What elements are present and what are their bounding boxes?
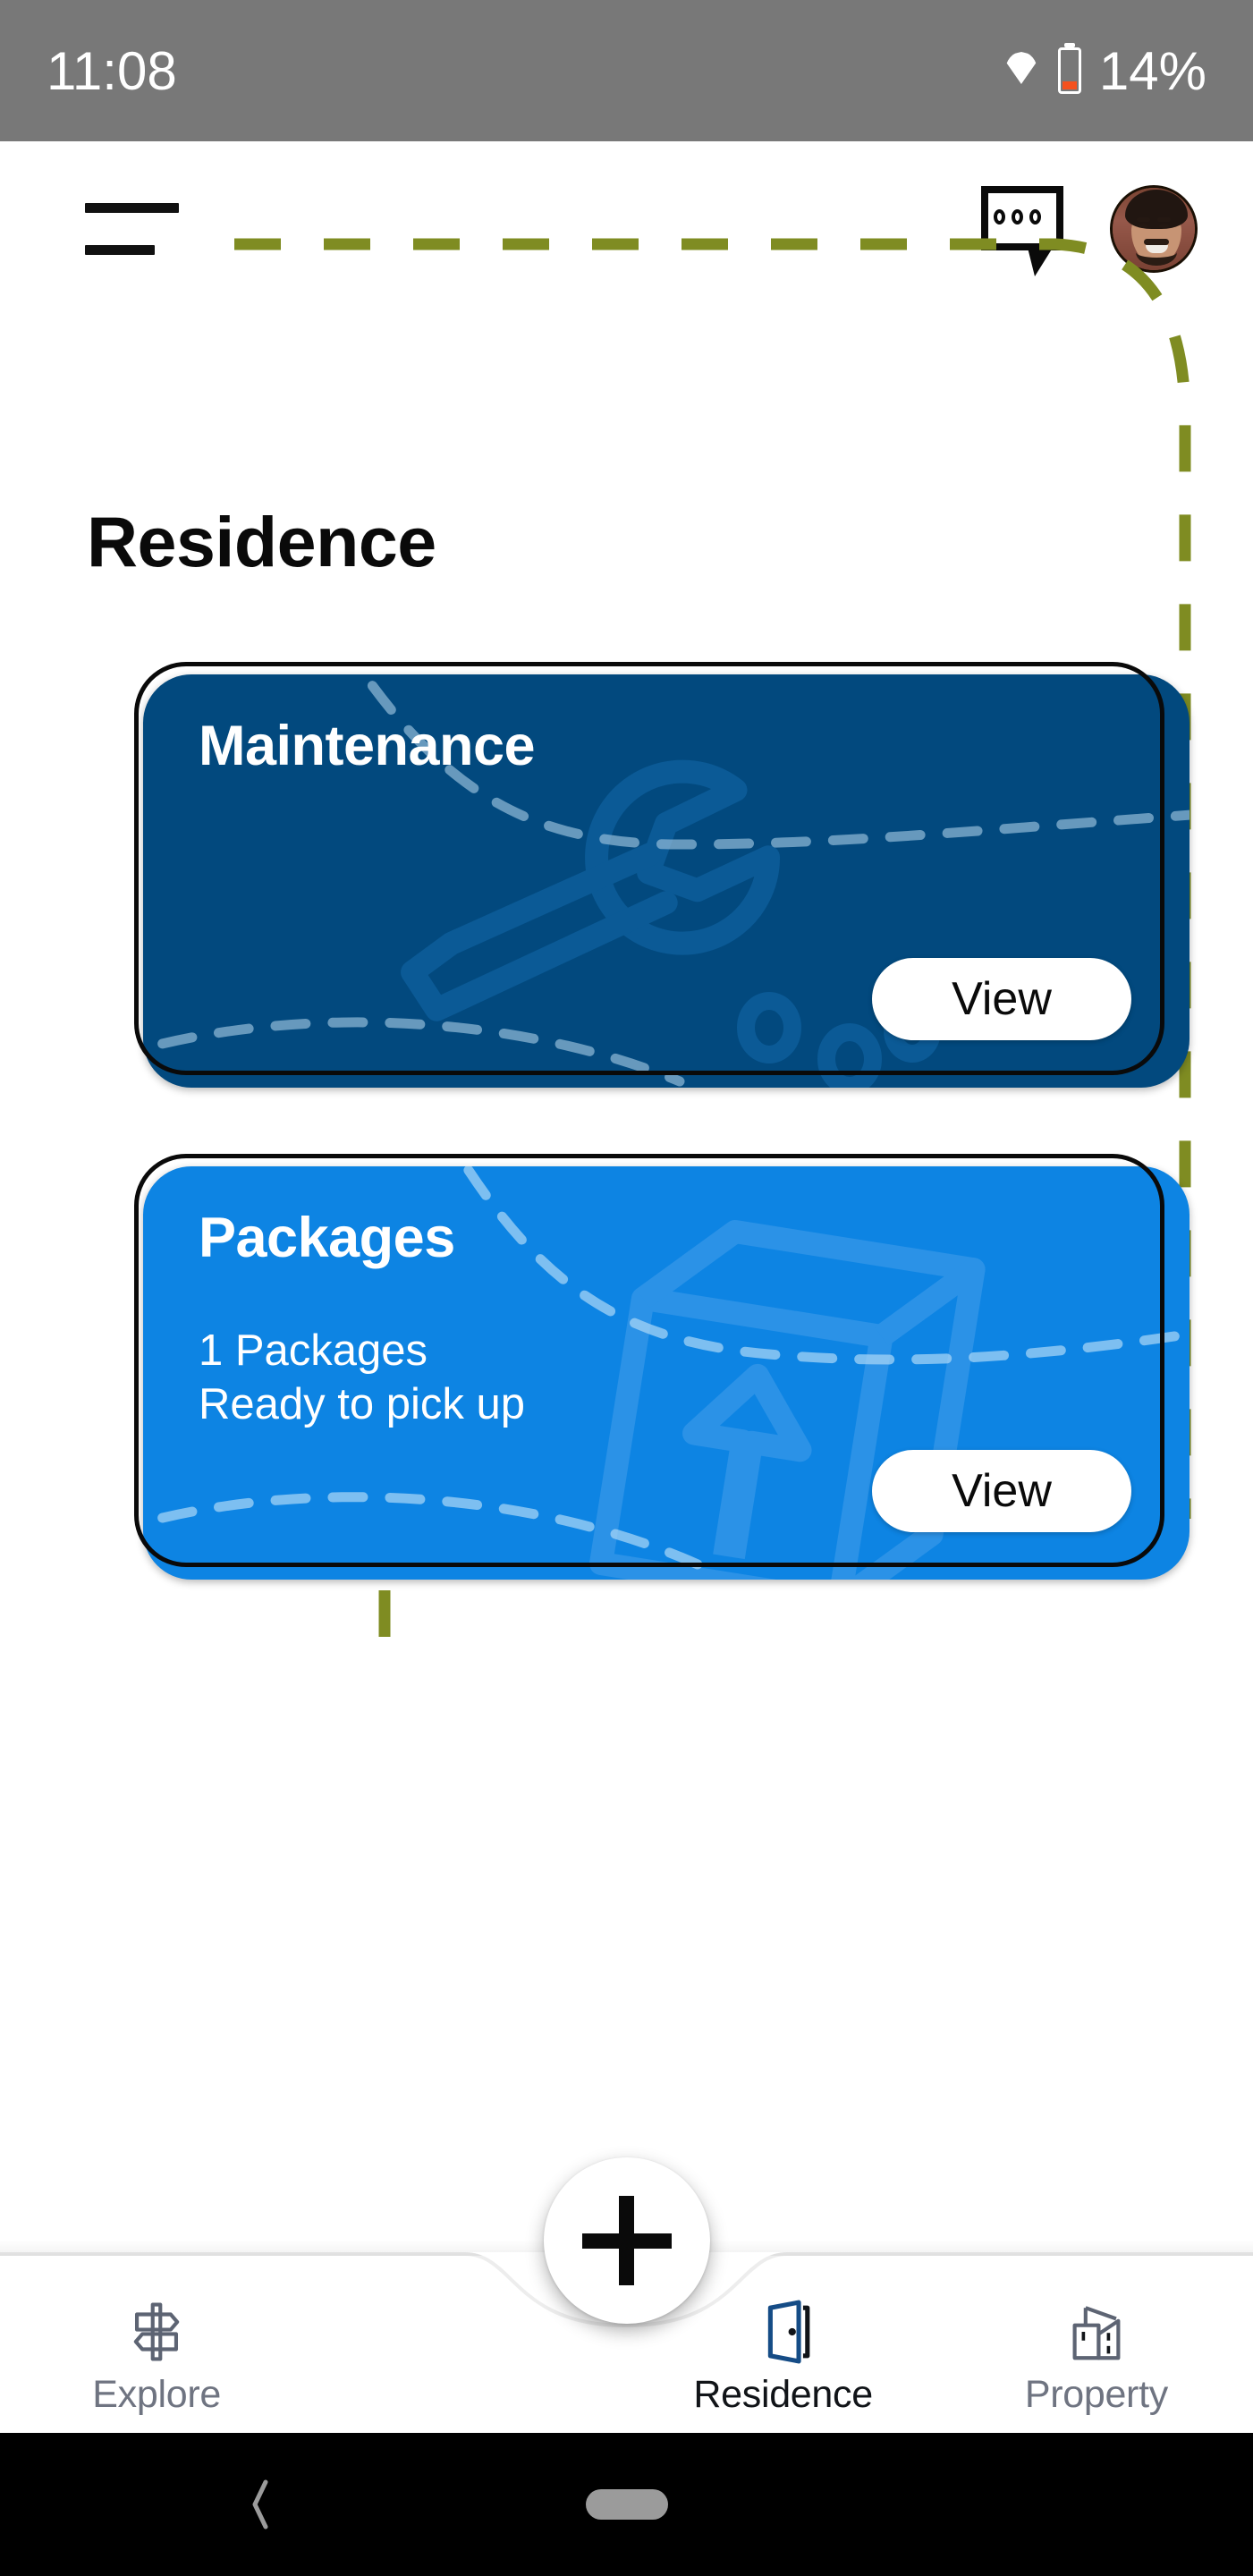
- signpost-icon: [133, 2302, 180, 2361]
- status-bar: 11:08 14%: [0, 0, 1253, 141]
- chat-bubble-dots: [994, 208, 1041, 225]
- battery-low-icon: [1057, 47, 1081, 94]
- android-system-nav: [0, 2433, 1253, 2576]
- home-pill-indicator[interactable]: [585, 2489, 668, 2520]
- onboarding-guide-path: [234, 238, 1191, 1662]
- open-door-icon: [767, 2300, 809, 2364]
- buildings-icon: [1072, 2306, 1121, 2360]
- avatar-brow-right: [1157, 216, 1171, 222]
- nav-label-property: Property: [1024, 2373, 1168, 2416]
- add-button[interactable]: [543, 2157, 710, 2324]
- phone-screen: 11:08 14% Residence Maintenance View Pac…: [0, 0, 1253, 2576]
- chat-bubble-icon[interactable]: [981, 185, 1063, 276]
- user-avatar[interactable]: [1110, 184, 1198, 273]
- status-bar-clock: 11:08: [47, 40, 177, 101]
- avatar-moustache: [1144, 238, 1169, 245]
- nav-item-property[interactable]: Property: [940, 2296, 1253, 2433]
- packages-card-outline: [134, 1154, 1164, 1567]
- page-title: Residence: [87, 502, 436, 581]
- avatar-eye-right: [1159, 223, 1169, 228]
- avatar-brow-left: [1137, 216, 1150, 222]
- wifi-icon: [999, 50, 1044, 91]
- nav-item-residence[interactable]: Residence: [627, 2296, 940, 2433]
- status-bar-indicators: 14%: [999, 40, 1206, 102]
- hamburger-menu-icon[interactable]: [85, 202, 179, 255]
- hamburger-line-1: [85, 202, 179, 213]
- header-actions: [981, 184, 1198, 276]
- nav-label-residence: Residence: [693, 2373, 873, 2416]
- avatar-eye-left: [1139, 223, 1148, 228]
- nav-label-explore: Explore: [92, 2373, 221, 2416]
- avatar-mouth: [1146, 244, 1168, 253]
- maintenance-card-outline: [134, 662, 1164, 1075]
- app-header: [0, 141, 1253, 316]
- nav-item-explore[interactable]: Explore: [0, 2296, 313, 2433]
- plus-icon-horizontal: [581, 2233, 672, 2249]
- hamburger-line-2: [85, 244, 155, 255]
- chat-bubble-tail: [1028, 247, 1053, 276]
- battery-percent-label: 14%: [1098, 40, 1206, 101]
- back-chevron-icon[interactable]: [250, 2479, 270, 2530]
